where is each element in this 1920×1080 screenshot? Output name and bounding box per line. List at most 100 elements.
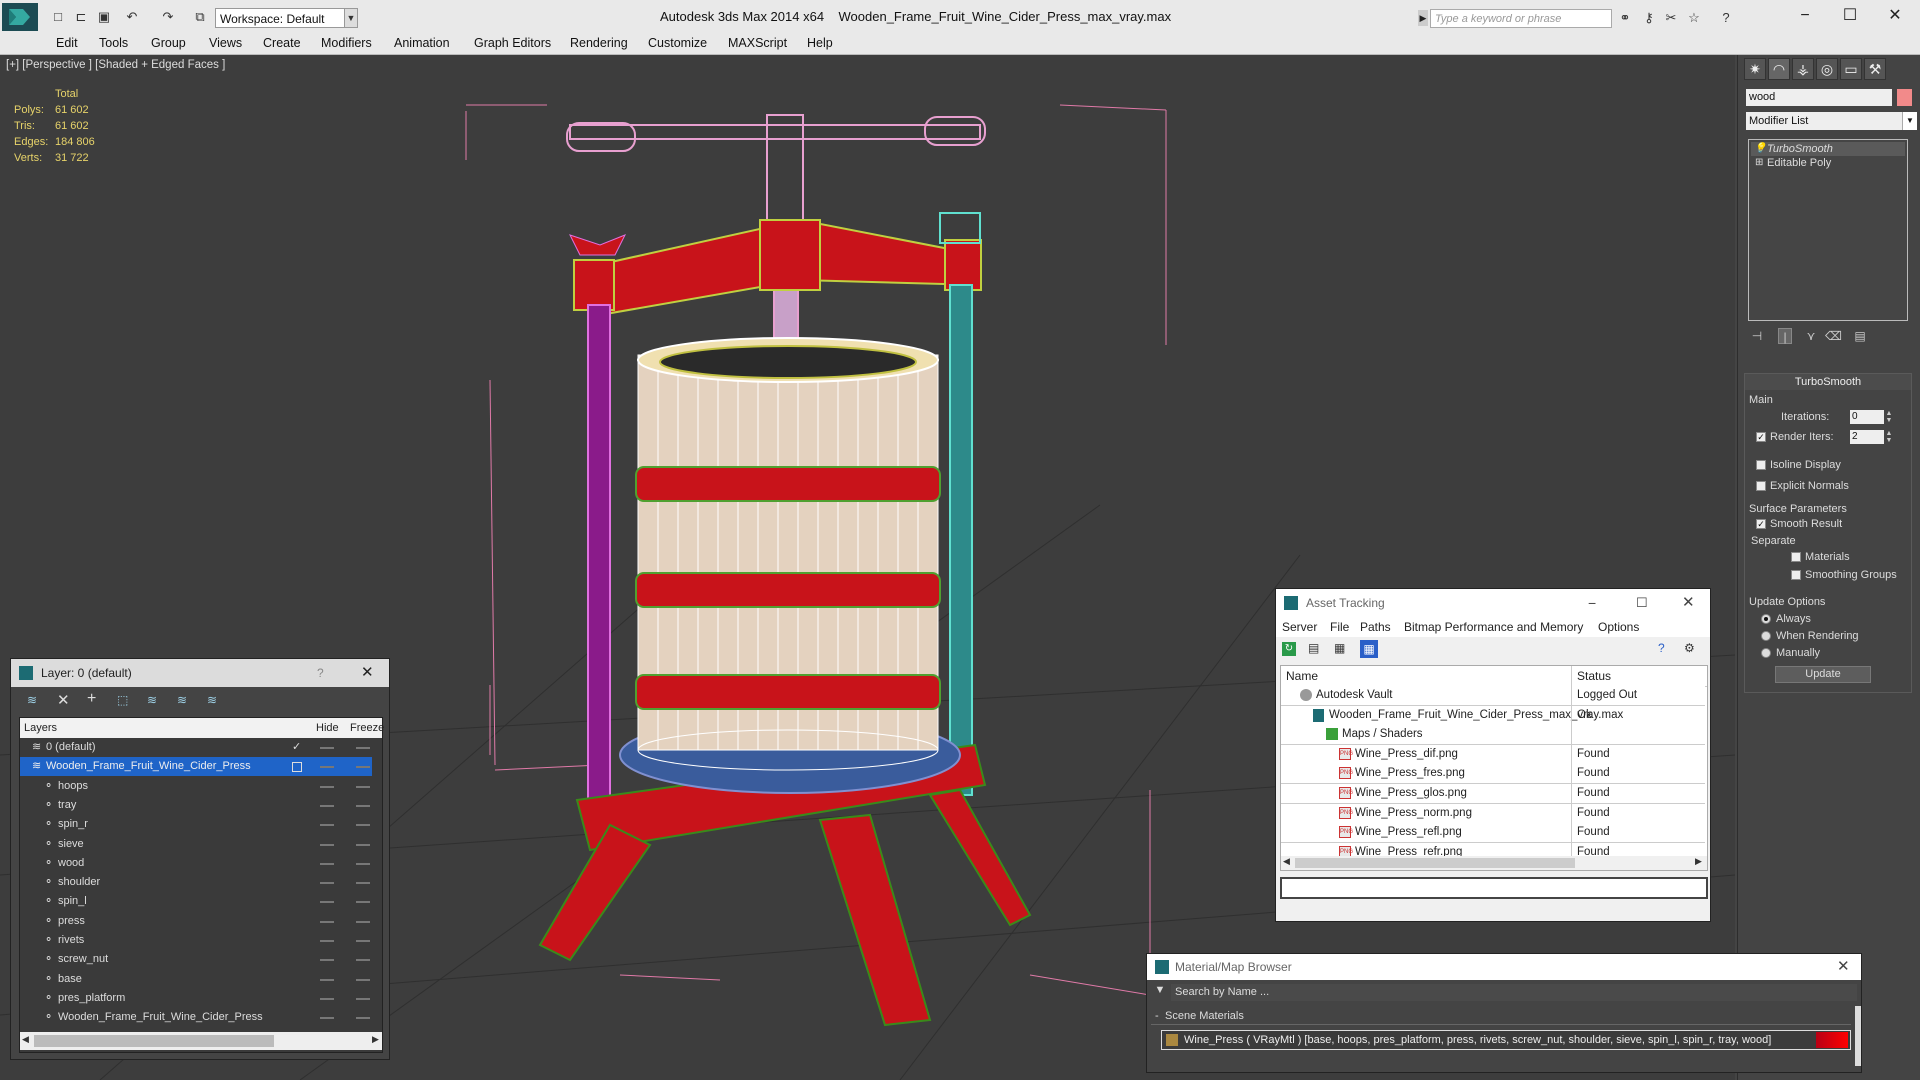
layer-row[interactable]: ⚬ base xyxy=(20,970,372,989)
hide-all-icon[interactable]: ≋ xyxy=(177,693,187,707)
hide-toggle[interactable] xyxy=(320,997,334,1000)
close-icon[interactable]: ✕ xyxy=(1682,589,1695,617)
object-color-swatch[interactable] xyxy=(1897,89,1912,106)
freeze-toggle[interactable] xyxy=(356,920,370,923)
collapse-icon[interactable]: - xyxy=(1155,1008,1159,1024)
workspace-dropdown[interactable]: Workspace: Default xyxy=(215,8,345,28)
layer-row[interactable]: ⚬ shoulder xyxy=(20,873,372,892)
layer-window-titlebar[interactable]: Layer: 0 (default) ? ✕ xyxy=(11,659,389,687)
layer-row[interactable]: ≋ 0 (default) ✓ xyxy=(20,738,372,757)
select-in-layer-icon[interactable]: ⬚ xyxy=(117,693,128,707)
configure-sets-icon[interactable]: ▤ xyxy=(1853,328,1867,344)
menu-animation[interactable]: Animation xyxy=(394,36,450,50)
asset-hscrollbar[interactable]: ◀ ▶ xyxy=(1281,856,1707,870)
browser-options-icon[interactable]: ▼ xyxy=(1151,984,1169,1000)
maximize-icon[interactable]: ☐ xyxy=(1636,589,1648,617)
layer-row[interactable]: ⚬ wood xyxy=(20,854,372,873)
settings-icon[interactable]: ⚙ xyxy=(1684,641,1695,655)
current-layer-icon[interactable]: ✓ xyxy=(292,738,301,757)
close-icon[interactable]: ✕ xyxy=(361,659,374,687)
layer-row[interactable]: ⚬ Wooden_Frame_Fruit_Wine_Cider_Press xyxy=(20,1008,372,1027)
layer-row[interactable]: ⚬ rivets xyxy=(20,931,372,950)
isoline-checkbox[interactable] xyxy=(1756,460,1766,470)
layer-row[interactable]: ⚬ press xyxy=(20,912,372,931)
save-file-icon[interactable]: ▣ xyxy=(96,9,112,25)
key-icon[interactable]: ⚷ xyxy=(1641,10,1657,26)
freeze-toggle[interactable] xyxy=(356,804,370,807)
manually-radio[interactable] xyxy=(1761,648,1771,658)
refresh-icon[interactable]: ↻ xyxy=(1282,642,1296,656)
star-icon[interactable]: ☆ xyxy=(1686,10,1702,26)
modify-tab-icon[interactable]: ◠ xyxy=(1768,58,1790,80)
create-tab-icon[interactable]: ✷ xyxy=(1744,58,1766,80)
explicit-normals-checkbox[interactable] xyxy=(1756,481,1766,491)
menu-maxscript[interactable]: MAXScript xyxy=(728,36,787,50)
layer-row[interactable]: ⚬ pres_platform xyxy=(20,989,372,1008)
app-logo-button[interactable] xyxy=(2,3,38,31)
hide-toggle[interactable] xyxy=(320,1017,334,1020)
hide-toggle[interactable] xyxy=(320,959,334,962)
freeze-toggle[interactable] xyxy=(356,747,370,749)
search-input[interactable]: Type a keyword or phrase xyxy=(1430,9,1612,28)
scroll-left-icon[interactable]: ◀ xyxy=(1283,856,1290,867)
display-tab-icon[interactable]: ▭ xyxy=(1840,58,1862,80)
chevron-down-icon[interactable]: ▼ xyxy=(1902,112,1917,130)
scene-materials-group[interactable]: - Scene Materials xyxy=(1151,1008,1851,1025)
make-unique-icon[interactable]: ⋎ xyxy=(1804,328,1818,344)
spinner-arrows-icon[interactable]: ▲ ▼ xyxy=(1885,410,1893,424)
vertical-scrollbar[interactable] xyxy=(1855,1006,1861,1066)
render-iters-spinner[interactable]: 2 xyxy=(1850,430,1884,444)
rollout-title[interactable]: TurboSmooth xyxy=(1745,374,1911,390)
layer-row[interactable]: ⚬ spin_l xyxy=(20,892,372,911)
asset-row[interactable]: Wooden_Frame_Fruit_Wine_Cider_Press_max_… xyxy=(1281,705,1705,726)
menu-modifiers[interactable]: Modifiers xyxy=(321,36,372,50)
minimize-icon[interactable]: − xyxy=(1785,6,1825,26)
hide-toggle[interactable] xyxy=(320,747,334,749)
undo-icon[interactable]: ↶ xyxy=(124,9,140,25)
hide-toggle[interactable] xyxy=(320,804,334,807)
object-name-field[interactable]: wood xyxy=(1746,89,1892,106)
hide-toggle[interactable] xyxy=(320,766,334,769)
pin-stack-icon[interactable]: ⊣ xyxy=(1750,328,1764,344)
always-radio[interactable] xyxy=(1761,614,1771,624)
open-file-icon[interactable]: ⊏ xyxy=(73,9,89,25)
search-by-name-input[interactable]: Search by Name ... xyxy=(1171,984,1857,1001)
menu-graph-editors[interactable]: Graph Editors xyxy=(474,36,551,50)
add-to-layer-icon[interactable]: + xyxy=(87,690,96,708)
menu-help[interactable]: Help xyxy=(807,36,833,50)
asset-menu-file[interactable]: File xyxy=(1330,620,1349,634)
hide-toggle[interactable] xyxy=(320,843,334,846)
list-view-icon[interactable]: ▤ xyxy=(1308,641,1319,655)
asset-table[interactable]: Name Status Autodesk Vault Logged Out Wood… xyxy=(1280,665,1708,871)
freeze-all-icon[interactable]: ≋ xyxy=(207,693,217,707)
hierarchy-tab-icon[interactable]: ⚶ xyxy=(1792,58,1814,80)
scrollbar-thumb[interactable] xyxy=(1295,858,1575,868)
asset-menu-server[interactable]: Server xyxy=(1282,620,1317,634)
layer-row[interactable]: ⚬ spin_r xyxy=(20,815,372,834)
modifier-stack[interactable]: 💡 TurboSmooth ⊞ Editable Poly xyxy=(1748,139,1908,321)
asset-window-titlebar[interactable]: Asset Tracking − ☐ ✕ xyxy=(1276,589,1710,617)
hide-toggle[interactable] xyxy=(320,882,334,885)
new-file-icon[interactable]: □ xyxy=(50,9,66,25)
maximize-icon[interactable]: ☐ xyxy=(1830,6,1870,26)
spinner-arrows-icon[interactable]: ▲ ▼ xyxy=(1885,430,1893,444)
hide-toggle[interactable] xyxy=(320,920,334,923)
scroll-right-icon[interactable]: ▶ xyxy=(372,1034,379,1045)
menu-tools[interactable]: Tools xyxy=(99,36,128,50)
freeze-toggle[interactable] xyxy=(356,862,370,865)
iterations-spinner[interactable]: 0 xyxy=(1850,410,1884,424)
asset-row[interactable]: Maps / Shaders xyxy=(1281,725,1705,746)
freeze-toggle[interactable] xyxy=(356,940,370,942)
layer-row[interactable]: ⚬ hoops xyxy=(20,777,372,796)
freeze-toggle[interactable] xyxy=(356,766,370,769)
chevron-down-icon[interactable]: ▼ xyxy=(344,8,358,28)
tree-view-icon[interactable]: ▦ xyxy=(1334,641,1345,655)
project-folder-icon[interactable]: ⧉ xyxy=(192,9,208,25)
remove-modifier-icon[interactable]: ⌫ xyxy=(1825,328,1842,344)
column-divider[interactable] xyxy=(1571,666,1572,686)
menu-customize[interactable]: Customize xyxy=(648,36,707,50)
freeze-toggle[interactable] xyxy=(356,882,370,885)
smoothing-groups-checkbox[interactable] xyxy=(1791,570,1801,580)
col-name[interactable]: Name xyxy=(1286,666,1318,686)
freeze-toggle[interactable] xyxy=(356,1017,370,1020)
